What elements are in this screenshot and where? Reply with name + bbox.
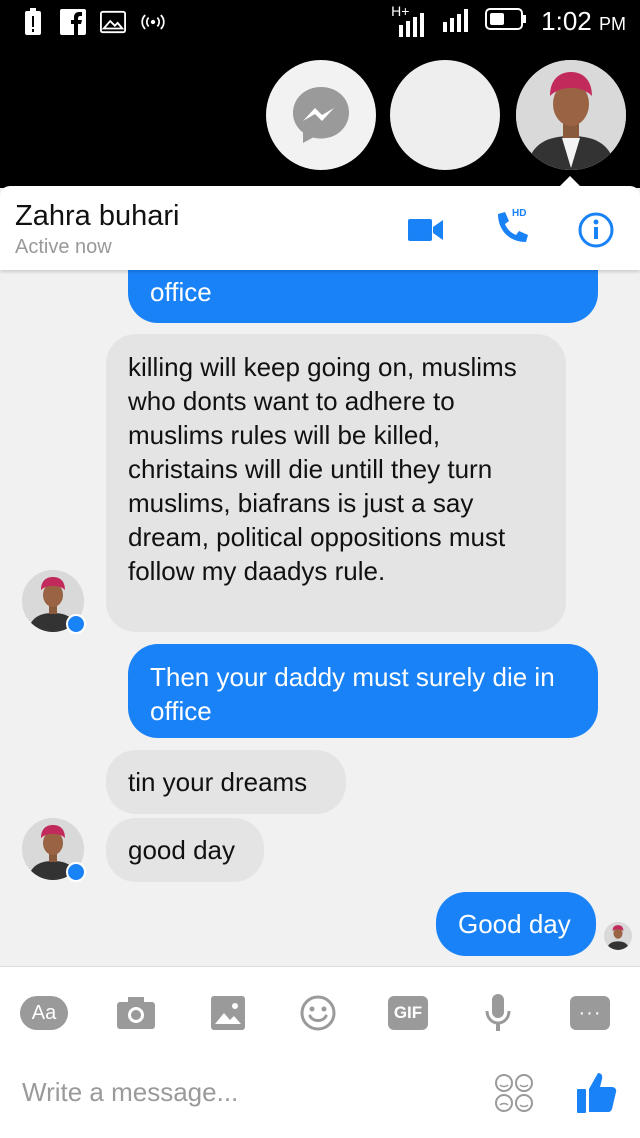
active-status: Active now xyxy=(15,236,112,258)
message-text: Then your daddy must surely die in offic… xyxy=(150,662,555,726)
text-format-label: Aa xyxy=(20,996,68,1030)
message-bubble-incoming[interactable]: tin your dreams xyxy=(106,750,346,814)
info-icon xyxy=(578,212,614,248)
gallery-notification-icon xyxy=(100,8,126,36)
gif-button[interactable]: GIF xyxy=(384,989,432,1037)
battery-alert-icon xyxy=(20,8,46,36)
facebook-notification-icon xyxy=(60,8,86,36)
status-bar: H+ 1:02 PM xyxy=(0,0,640,48)
composer: Aa GIF ··· xyxy=(0,966,640,1138)
status-left-icons xyxy=(20,8,166,36)
camera-button[interactable] xyxy=(112,989,160,1037)
message-bubble-incoming[interactable]: good day xyxy=(106,818,264,882)
message-bubble-outgoing[interactable]: Then your daddy must surely die in offic… xyxy=(128,644,598,738)
contact-avatar[interactable] xyxy=(22,818,86,882)
more-options-button[interactable]: ··· xyxy=(566,989,614,1037)
info-button[interactable] xyxy=(576,210,616,250)
message-text: good day xyxy=(128,835,235,865)
contact-avatar[interactable] xyxy=(22,570,86,634)
thumbs-up-icon xyxy=(577,1073,617,1113)
message-text: tin your dreams xyxy=(128,767,308,797)
hd-label: HD xyxy=(512,208,527,219)
video-camera-icon xyxy=(408,219,443,241)
battery-icon xyxy=(485,7,527,36)
message-input[interactable] xyxy=(22,1077,462,1108)
message-thread[interactable]: office killing will keep going on, musli… xyxy=(0,270,640,966)
camera-icon xyxy=(117,997,155,1029)
blank-chat-head[interactable] xyxy=(390,60,500,170)
video-call-button[interactable] xyxy=(406,210,446,250)
profile-photo-icon xyxy=(604,922,632,950)
stickers-icon xyxy=(495,1074,533,1112)
microphone-icon xyxy=(485,994,511,1031)
clock: 1:02 PM xyxy=(541,6,626,37)
status-right-icons: H+ 1:02 PM xyxy=(391,3,626,37)
contact-name[interactable]: Zahra buhari xyxy=(15,200,179,233)
clock-ampm: PM xyxy=(599,14,626,34)
messenger-icon xyxy=(293,87,349,143)
smiley-icon xyxy=(300,995,336,1031)
message-bubble-outgoing[interactable]: office xyxy=(128,270,598,323)
like-button[interactable] xyxy=(576,1069,618,1115)
text-format-button[interactable]: Aa xyxy=(20,989,68,1037)
messenger-chat-head[interactable] xyxy=(266,60,376,170)
voice-call-button[interactable]: HD xyxy=(492,208,532,250)
signal-strength-2-icon xyxy=(441,6,471,37)
stickers-button[interactable] xyxy=(494,1073,534,1113)
message-bubble-incoming[interactable]: killing will keep going on, muslims who … xyxy=(106,334,566,632)
read-receipt-avatar xyxy=(604,922,632,950)
image-icon xyxy=(211,996,245,1030)
network-type-label: H+ xyxy=(391,3,427,37)
conversation-header: Zahra buhari Active now HD xyxy=(0,186,640,270)
more-icon: ··· xyxy=(570,996,610,1030)
gif-label: GIF xyxy=(388,996,428,1030)
hotspot-icon xyxy=(140,8,166,36)
voice-message-button[interactable] xyxy=(474,989,522,1037)
message-text: killing will keep going on, muslims who … xyxy=(128,352,517,586)
gallery-button[interactable] xyxy=(204,989,252,1037)
emoji-button[interactable] xyxy=(294,989,342,1037)
profile-photo-icon xyxy=(516,60,626,170)
messenger-badge-icon xyxy=(66,862,86,882)
signal-strength-1-icon xyxy=(399,12,425,37)
clock-time: 1:02 xyxy=(541,6,592,36)
message-text: office xyxy=(150,277,212,307)
chat-heads-bar xyxy=(0,48,640,188)
messenger-badge-icon xyxy=(66,614,86,634)
contact-chat-head-avatar[interactable] xyxy=(516,60,626,170)
message-text: Good day xyxy=(458,909,571,939)
message-bubble-outgoing[interactable]: Good day xyxy=(436,892,596,956)
